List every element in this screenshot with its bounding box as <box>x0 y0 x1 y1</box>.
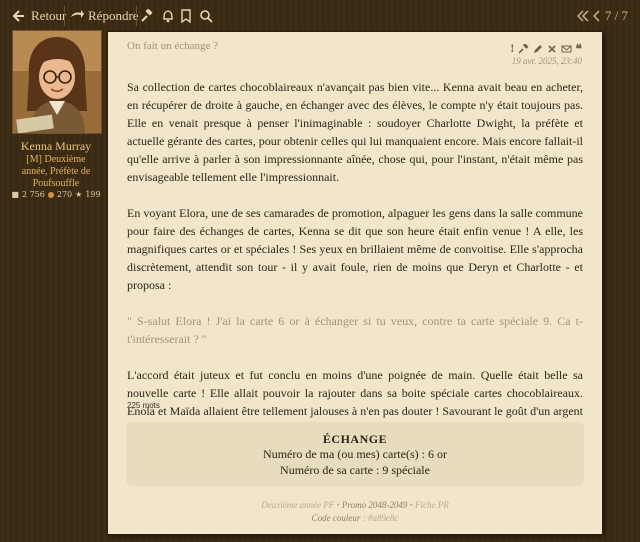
post-body: Sa collection de cartes chocoblaireaux n… <box>127 78 583 456</box>
signature-separator: • <box>334 500 342 510</box>
bookmark-button[interactable] <box>180 6 192 26</box>
word-count: 225 mots <box>127 401 160 410</box>
points-count: 270 <box>56 190 73 199</box>
back-label: Retour <box>31 8 67 23</box>
reply-label: Répondre <box>88 8 139 23</box>
messages-count: 2 756 <box>21 190 45 199</box>
signature-line-1: Deuxième année PF • Promo 2048-2049 • Fi… <box>108 500 602 510</box>
signature-line-2: Code couleur : #a89e8c <box>108 513 602 523</box>
edit-pencil-icon[interactable] <box>533 44 543 54</box>
author-title-line3: Poufsouffle <box>32 178 80 189</box>
messages-icon: ■ <box>11 190 19 199</box>
author-title-line1: [M] Deuxième <box>26 154 86 165</box>
report-icon[interactable]: ! <box>510 44 514 55</box>
bell-icon <box>163 10 173 23</box>
prev-page-icon[interactable] <box>592 10 601 22</box>
post-paragraph-2: En voyant Elora, une de ses camarades de… <box>127 206 583 292</box>
signature-year: Deuxième année PF <box>261 500 335 510</box>
points-icon <box>47 191 54 198</box>
author-title: [M] Deuxième année, Préfète de Poufsouff… <box>8 154 104 190</box>
other-count: 199 <box>85 190 101 199</box>
exchange-their-card: Numéro de sa carte : 9 spéciale <box>280 463 430 477</box>
delete-icon[interactable] <box>547 44 557 54</box>
author-title-line2: année, Préfète de <box>21 166 91 177</box>
arrow-left-icon <box>12 10 24 22</box>
bookmark-icon <box>181 9 191 23</box>
email-icon[interactable] <box>561 44 572 54</box>
author-name[interactable]: Kenna Murray <box>8 139 104 154</box>
exchange-box: ÉCHANGE Numéro de ma (ou mes) carte(s) :… <box>126 422 584 486</box>
signature-promo: Promo 2048-2049 <box>341 500 408 510</box>
gavel-icon[interactable] <box>518 44 529 54</box>
signature-color-label: Code couleur <box>311 513 361 523</box>
reply-button[interactable]: Répondre <box>70 6 139 26</box>
page-indicator[interactable]: 7 / 7 <box>605 8 628 24</box>
post-actions: ! ❝ <box>510 42 582 56</box>
post-title[interactable]: On fait un échange ? <box>127 40 218 52</box>
signature-fiche-link[interactable]: Fiche PR <box>415 500 449 510</box>
author-stats: ■ 2 756 270 ★ 199 <box>8 190 104 199</box>
exchange-my-card: Numéro de ma (ou mes) carte(s) : 6 or <box>263 447 447 461</box>
post-quote: " S-salut Elora ! J'ai la carte 6 or à é… <box>127 314 583 346</box>
signature-color-value: : #a89e8c <box>360 513 399 523</box>
top-toolbar: Retour Répondre 7 / 7 <box>0 0 640 32</box>
first-page-icon[interactable] <box>576 10 589 22</box>
avatar[interactable] <box>12 30 102 134</box>
exchange-title: ÉCHANGE <box>322 432 388 446</box>
back-button[interactable]: Retour <box>12 6 66 26</box>
moderate-button[interactable] <box>141 6 155 26</box>
avatar-portrait <box>13 31 101 133</box>
post-panel: On fait un échange ? ! ❝ 19 avr. 2025, 2… <box>108 32 602 534</box>
post-paragraph-1: Sa collection de cartes chocoblaireaux n… <box>127 80 583 184</box>
reply-arrow-icon <box>71 10 84 18</box>
search-button[interactable] <box>199 6 213 26</box>
signature-separator: • <box>407 500 415 510</box>
notifications-button[interactable] <box>161 6 175 26</box>
star-icon: ★ <box>75 190 83 199</box>
quote-icon[interactable]: ❝ <box>576 42 582 56</box>
post-date: 19 avr. 2025, 23:40 <box>511 56 582 66</box>
search-icon <box>200 10 213 23</box>
pagination: 7 / 7 <box>576 6 628 26</box>
gavel-icon <box>141 9 153 22</box>
